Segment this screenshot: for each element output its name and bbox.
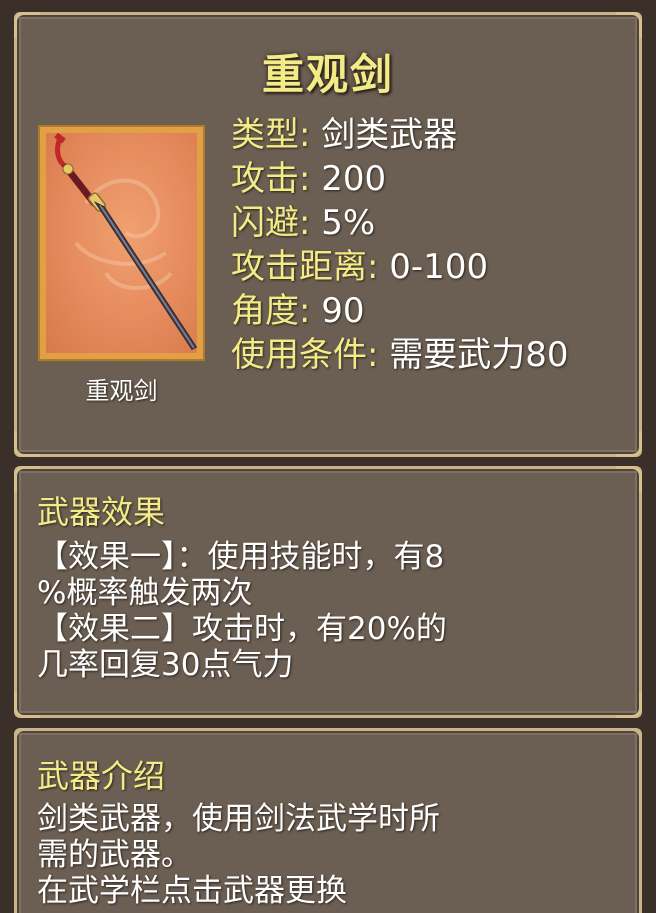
- effect-line: 【效果一】：使用技能时，有8: [37, 539, 445, 575]
- panel-corner-ornament: [616, 692, 642, 718]
- panel-corner-ornament: [616, 731, 639, 754]
- stat-colon: :: [367, 335, 379, 375]
- stat-range: 攻击距离: 0-100: [231, 245, 569, 289]
- panel-corner-ornament: [616, 466, 642, 492]
- intro-line: 需的武器。: [37, 837, 192, 873]
- effect-line: 【效果二】攻击时，有20%的: [37, 611, 447, 647]
- panel-corner-ornament: [616, 431, 642, 457]
- weapon-effect-panel: 武器效果 【效果一】：使用技能时，有8 %概率触发两次 【效果二】攻击时，有20…: [14, 466, 642, 718]
- stat-label: 类型: [231, 115, 299, 155]
- stat-attack: 攻击: 200: [231, 157, 569, 201]
- weapon-intro-panel[interactable]: 武器介绍 剑类武器，使用剑法武学时所 需的武器。 在武学栏点击武器更换: [14, 728, 642, 913]
- panel-corner-ornament: [14, 431, 40, 457]
- item-title: 重观剑: [261, 50, 394, 99]
- item-icon-frame[interactable]: [38, 125, 205, 361]
- stat-colon: :: [299, 115, 311, 155]
- stat-value: 200: [321, 159, 387, 199]
- stat-colon: :: [299, 291, 311, 331]
- stat-type: 类型: 剑类武器: [231, 113, 569, 157]
- effect-line: %概率触发两次: [37, 575, 253, 611]
- panel-corner-ornament: [14, 12, 40, 38]
- item-detail-page: 重观剑 重观剑 类型: 剑类武器 攻击: 200 闪避: 5% 攻击距离: 0-…: [0, 0, 656, 913]
- item-name-caption: 重观剑: [85, 377, 158, 405]
- stat-label: 角度: [231, 291, 299, 331]
- intro-line: 在武学栏点击武器更换: [37, 873, 347, 909]
- stat-value: 0-100: [389, 247, 489, 287]
- item-stats: 类型: 剑类武器 攻击: 200 闪避: 5% 攻击距离: 0-100 角度: …: [231, 113, 569, 377]
- stat-value: 需要武力80: [389, 335, 569, 375]
- panel-corner-ornament: [616, 12, 642, 38]
- intro-section-title: 武器介绍: [37, 757, 166, 795]
- effect-text: 【效果一】：使用技能时，有8 %概率触发两次 【效果二】攻击时，有20%的 几率…: [37, 539, 609, 683]
- stat-colon: :: [299, 159, 311, 199]
- stat-colon: :: [367, 247, 379, 287]
- effect-section-title: 武器效果: [37, 493, 166, 531]
- stat-value: 剑类武器: [321, 115, 458, 155]
- stat-value: 5%: [321, 203, 376, 243]
- item-icon-background: [46, 133, 197, 353]
- panel-corner-ornament: [14, 692, 40, 718]
- stat-label: 攻击: [231, 159, 299, 199]
- stat-angle: 角度: 90: [231, 289, 569, 333]
- stat-requirement: 使用条件: 需要武力80: [231, 333, 569, 377]
- intro-line: 剑类武器，使用剑法武学时所: [37, 801, 440, 837]
- item-info-panel: 重观剑 重观剑 类型: 剑类武器 攻击: 200 闪避: 5% 攻击距离: 0-…: [14, 12, 642, 457]
- stat-value: 90: [321, 291, 365, 331]
- stat-label: 使用条件: [231, 335, 367, 375]
- stat-dodge: 闪避: 5%: [231, 201, 569, 245]
- sword-icon: [54, 133, 197, 350]
- stat-label: 闪避: [231, 203, 299, 243]
- stat-colon: :: [299, 203, 311, 243]
- stat-label: 攻击距离: [231, 247, 367, 287]
- intro-text: 剑类武器，使用剑法武学时所 需的武器。 在武学栏点击武器更换: [37, 801, 609, 909]
- effect-line: 几率回复30点气力: [37, 647, 294, 683]
